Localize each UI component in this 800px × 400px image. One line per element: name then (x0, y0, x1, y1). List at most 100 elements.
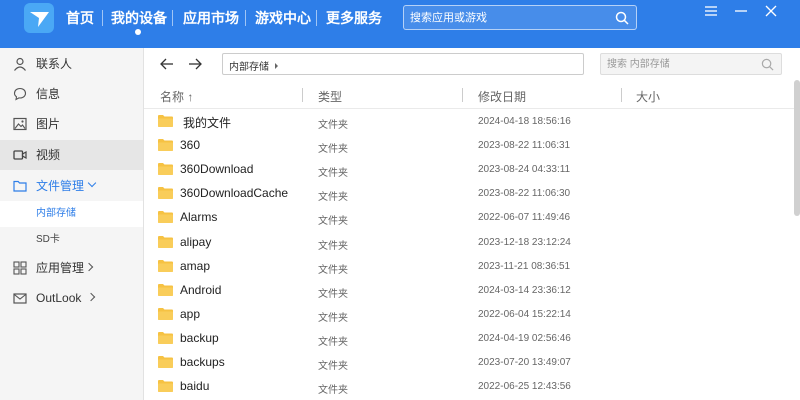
file-search-input[interactable] (601, 54, 751, 74)
chevron-right-icon[interactable] (84, 262, 94, 272)
file-modified-date: 2023-11-21 08:36:51 (478, 260, 571, 272)
nav-app-market[interactable]: 应用市场 (183, 0, 239, 36)
column-header-name[interactable]: 名称 ↑ (160, 88, 193, 105)
nav-divider (245, 10, 246, 26)
sidebar-item-label: 信息 (36, 87, 61, 101)
file-name: app (180, 306, 201, 321)
sidebar-item-outlook[interactable]: OutLook (0, 283, 143, 313)
sidebar-item-label: 图片 (36, 117, 61, 131)
image-icon (13, 117, 27, 131)
file-type: 文件夹 (318, 216, 348, 228)
breadcrumb-arrow-icon[interactable] (275, 63, 278, 69)
file-modified-date: 2023-08-22 11:06:31 (478, 140, 571, 152)
nav-home[interactable]: 首页 (66, 0, 94, 36)
app-search-input[interactable] (404, 6, 604, 29)
path-bar[interactable]: 内部存储 (222, 53, 584, 75)
search-icon[interactable] (615, 11, 629, 25)
table-row[interactable]: app 文件夹 2022-06-04 15:22:14 (144, 303, 796, 327)
sidebar-item-label: 联系人 (36, 57, 73, 71)
scrollbar[interactable] (794, 80, 800, 216)
sidebar-item-app-manager[interactable]: 应用管理 (0, 253, 143, 283)
sidebar-subitem-internal-storage[interactable]: 内部存储 (0, 201, 143, 227)
folder-icon (158, 380, 173, 393)
column-header-type[interactable]: 类型 (318, 88, 342, 105)
sidebar-subitem-sd-card[interactable]: SD卡 (0, 227, 143, 253)
back-arrow-icon[interactable] (158, 56, 176, 72)
nav-divider (172, 10, 173, 26)
table-row[interactable]: Alarms 文件夹 2022-06-07 11:49:46 (144, 206, 796, 230)
table-row[interactable]: 360Download 文件夹 2023-08-24 04:33:11 (144, 158, 796, 182)
top-navigation-bar: 首页 我的设备 应用市场 游戏中心 更多服务 (0, 0, 800, 48)
sidebar-item-label: 文件管理 (36, 179, 85, 193)
file-modified-date: 2022-06-25 12:43:56 (478, 381, 571, 393)
file-name: Android (180, 282, 222, 297)
file-name: backups (180, 355, 225, 369)
sidebar-item-contacts[interactable]: 联系人 (0, 49, 143, 79)
folder-icon (158, 259, 173, 272)
table-row[interactable]: 360 文件夹 2023-08-22 11:06:31 (144, 134, 796, 158)
sidebar-item-file-manager[interactable]: 文件管理 (0, 171, 143, 201)
file-modified-date: 2024-04-18 18:56:16 (478, 116, 571, 127)
file-name: 我的文件 (183, 116, 232, 130)
column-divider[interactable] (302, 88, 303, 102)
forward-arrow-icon[interactable] (186, 56, 204, 72)
file-type: 文件夹 (318, 120, 348, 131)
video-icon (13, 150, 27, 160)
column-header-size[interactable]: 大小 (636, 88, 660, 105)
table-row[interactable]: alipay 文件夹 2023-12-18 23:12:24 (144, 231, 796, 255)
chevron-right-icon[interactable] (86, 292, 96, 302)
table-row[interactable]: baidu 文件夹 2022-06-25 12:43:56 (144, 375, 796, 399)
nav-divider (102, 10, 103, 26)
file-type: 文件夹 (318, 144, 348, 156)
table-row[interactable]: Android 文件夹 2024-03-14 23:36:12 (144, 279, 796, 303)
table-row[interactable]: 我的文件 文件夹 2024-04-18 18:56:16 (144, 110, 796, 134)
table-row[interactable]: backup 文件夹 2024-04-19 02:56:46 (144, 327, 796, 351)
file-type: 文件夹 (318, 385, 348, 397)
file-name: 360Download (180, 162, 254, 177)
file-name: alipay (180, 234, 212, 249)
folder-icon (158, 139, 173, 152)
nav-game-center[interactable]: 游戏中心 (255, 0, 311, 36)
menu-icon[interactable] (700, 4, 722, 18)
folder-icon (158, 115, 173, 127)
file-type: 文件夹 (318, 192, 348, 204)
column-divider[interactable] (621, 88, 622, 102)
file-modified-date: 2022-06-04 15:22:14 (478, 308, 571, 320)
file-modified-date: 2023-07-20 13:49:07 (478, 357, 571, 368)
file-modified-date: 2024-04-19 02:56:46 (478, 332, 571, 344)
table-row[interactable]: backups 文件夹 2023-07-20 13:49:07 (144, 351, 796, 375)
sidebar: 联系人 信息 图片 视频 文件管理 内部存储 SD卡 应用管理 OutLook (0, 48, 144, 400)
folder-icon (13, 180, 27, 192)
sidebar-item-images[interactable]: 图片 (0, 109, 143, 139)
file-name: baidu (180, 379, 210, 394)
search-icon[interactable] (761, 58, 774, 71)
folder-icon (158, 235, 173, 248)
nav-divider (316, 10, 317, 26)
table-row[interactable]: amap 文件夹 2023-11-21 08:36:51 (144, 255, 796, 279)
column-header-date[interactable]: 修改日期 (478, 88, 526, 105)
app-search-box[interactable] (403, 5, 637, 30)
close-icon[interactable] (760, 4, 782, 18)
breadcrumb[interactable]: 内部存储 (229, 58, 269, 73)
message-icon (13, 87, 27, 101)
column-divider[interactable] (462, 88, 463, 102)
file-type: 文件夹 (318, 336, 348, 348)
table-row[interactable]: 360DownloadCache 文件夹 2023-08-22 11:06:30 (144, 182, 796, 206)
apps-icon (13, 261, 27, 275)
sidebar-item-videos[interactable]: 视频 (0, 140, 143, 170)
app-logo-icon[interactable] (24, 3, 54, 33)
sidebar-item-label: OutLook (36, 291, 82, 305)
file-name: 360DownloadCache (180, 186, 289, 201)
file-search-box[interactable] (600, 53, 782, 75)
sidebar-item-label: 视频 (36, 148, 61, 162)
file-type: 文件夹 (318, 240, 348, 252)
chevron-down-icon[interactable] (87, 178, 97, 188)
minimize-icon[interactable] (730, 4, 752, 18)
file-modified-date: 2022-06-07 11:49:46 (478, 212, 571, 224)
file-type: 文件夹 (318, 312, 348, 324)
file-modified-date: 2023-12-18 23:12:24 (478, 236, 571, 248)
sidebar-item-label: 应用管理 (36, 261, 85, 275)
sidebar-item-messages[interactable]: 信息 (0, 79, 143, 109)
nav-more-services[interactable]: 更多服务 (326, 0, 382, 36)
file-type: 文件夹 (318, 361, 348, 372)
